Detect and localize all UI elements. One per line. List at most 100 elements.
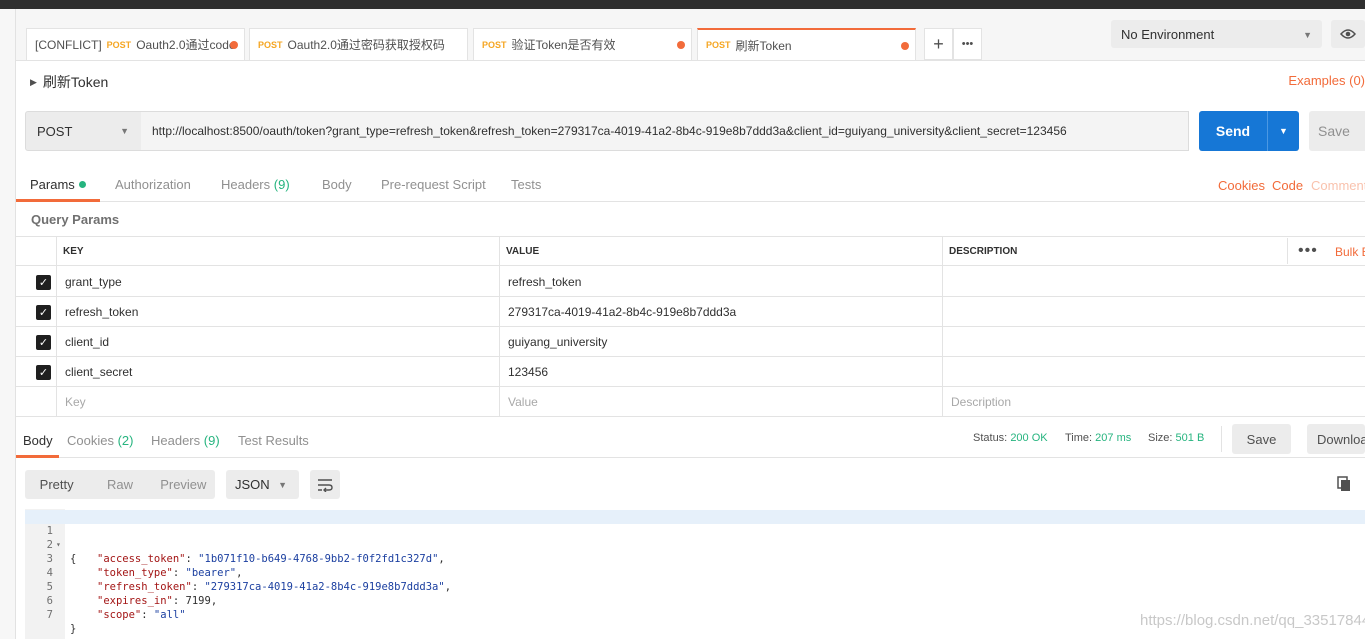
size-value: 501 B (1175, 432, 1205, 444)
status-value: 200 OK (1010, 432, 1048, 444)
code-line: 5 "expires_in": 7199, (25, 566, 1365, 607)
eye-icon (1340, 29, 1356, 39)
tab-options-button[interactable]: ••• (953, 28, 982, 60)
tab-body[interactable]: Body (322, 177, 352, 192)
cookies-link[interactable]: Cookies (1218, 178, 1265, 193)
code-line: 4 "refresh_token": "279317ca-4019-41a2-8… (25, 552, 1365, 593)
view-mode-group: Pretty Raw Preview (25, 470, 215, 499)
tab-pre-request-script[interactable]: Pre-request Script (381, 177, 486, 192)
tab-headers[interactable]: Headers (9) (221, 177, 290, 192)
time-value: 207 ms (1095, 432, 1132, 444)
new-tab-button[interactable]: + (924, 28, 953, 60)
chevron-down-icon: ▼ (278, 480, 287, 490)
sidebar-collapsed[interactable] (0, 9, 16, 639)
headers-count: (9) (203, 433, 220, 448)
view-raw[interactable]: Raw (88, 477, 151, 492)
query-params-title: Query Params (31, 212, 120, 227)
format-select[interactable]: JSON ▼ (226, 470, 299, 499)
unsaved-dot-icon (230, 41, 238, 49)
comments-link[interactable]: Comment (1311, 178, 1365, 193)
tab-method: POST (706, 40, 731, 50)
size-label: Size: (1148, 432, 1173, 444)
tab-title: Oauth2.0通过密码获取授权码 (287, 38, 445, 52)
tab-headers-label: Headers (151, 433, 201, 448)
headers-count: (9) (273, 177, 290, 192)
tab-headers-label: Headers (221, 177, 271, 192)
unsaved-dot-icon (677, 41, 685, 49)
wrap-lines-button[interactable] (310, 470, 340, 499)
checkbox-checked-icon[interactable]: ✓ (36, 365, 51, 380)
caret-right-icon: ▶ (30, 76, 37, 87)
chevron-down-icon[interactable]: ▼ (1268, 126, 1299, 136)
code-line: 1 ▾ { (25, 510, 1365, 565)
url-value: http://localhost:8500/oauth/token?grant_… (152, 124, 1067, 138)
response-time: Time: 207 ms (1065, 432, 1131, 444)
view-pretty[interactable]: Pretty (25, 477, 88, 492)
request-tab[interactable]: POST Oauth2.0通过密码获取授权码 (249, 28, 468, 60)
tab-response-cookies[interactable]: Cookies (2) (67, 433, 133, 448)
tab-method: POST (106, 39, 132, 50)
url-input[interactable]: http://localhost:8500/oauth/token?grant_… (141, 111, 1189, 151)
tab-method: POST (482, 39, 507, 50)
examples-link[interactable]: Examples (0) (1288, 73, 1365, 88)
tab-response-headers[interactable]: Headers (9) (151, 433, 220, 448)
view-preview[interactable]: Preview (152, 477, 215, 492)
request-tab[interactable]: POST 验证Token是否有效 (473, 28, 692, 60)
send-button[interactable]: Send ▼ (1199, 111, 1299, 151)
tab-params[interactable]: Params (30, 177, 86, 192)
tab-title: 验证Token是否有效 (511, 38, 616, 52)
column-divider (1287, 238, 1288, 264)
table-row (16, 327, 1365, 357)
new-key-input[interactable]: Key (65, 395, 86, 409)
code-line: 6 "scope": "all" (25, 580, 1365, 621)
environment-quick-look-button[interactable] (1331, 20, 1365, 48)
environment-value: No Environment (1121, 26, 1215, 42)
method-select[interactable]: POST ▼ (25, 111, 142, 151)
json-close-brace: } (70, 623, 77, 635)
table-header-row (16, 236, 1365, 266)
method-value: POST (37, 123, 73, 139)
more-icon[interactable]: ••• (1298, 242, 1318, 260)
tab-cookies-label: Cookies (67, 433, 114, 448)
request-tab[interactable]: [CONFLICT] POST Oauth2.0通过code获 (26, 28, 245, 60)
tab-test-results[interactable]: Test Results (238, 433, 309, 448)
code-link[interactable]: Code (1272, 178, 1303, 193)
checkbox-checked-icon[interactable]: ✓ (36, 335, 51, 350)
tab-response-body[interactable]: Body (23, 433, 53, 448)
save-response-button[interactable]: Save (1232, 424, 1291, 454)
tab-authorization[interactable]: Authorization (115, 177, 191, 192)
code-line: 2 "access_token": "1b071f10-b649-4768-9b… (25, 524, 1365, 565)
wrap-icon (318, 478, 333, 492)
active-tab-underline (16, 455, 59, 458)
param-value[interactable]: refresh_token (508, 275, 581, 289)
tab-method: POST (258, 39, 283, 50)
checkbox-checked-icon[interactable]: ✓ (36, 305, 51, 320)
code-line: 7 } (25, 594, 1365, 635)
param-key[interactable]: client_id (65, 335, 109, 349)
column-header-key: KEY (63, 246, 84, 257)
request-name-label: 刷新Token (42, 74, 109, 90)
checkbox-checked-icon[interactable]: ✓ (36, 275, 51, 290)
send-label: Send (1215, 123, 1251, 139)
download-button[interactable]: Download (1307, 424, 1365, 454)
new-description-input[interactable]: Description (951, 395, 1011, 409)
param-value[interactable]: guiyang_university (508, 335, 607, 349)
new-value-input[interactable]: Value (508, 395, 538, 409)
param-key[interactable]: grant_type (65, 275, 122, 289)
request-name[interactable]: ▶ 刷新Token (30, 72, 108, 92)
request-tab-active[interactable]: POST 刷新Token (697, 28, 916, 60)
param-value[interactable]: 279317ca-4019-41a2-8b4c-919e8b7ddd3a (508, 305, 736, 319)
param-key[interactable]: refresh_token (65, 305, 138, 319)
bulk-edit-link[interactable]: Bulk E (1335, 245, 1365, 259)
tab-tests[interactable]: Tests (511, 177, 541, 192)
format-value: JSON (235, 477, 270, 492)
param-value[interactable]: 123456 (508, 365, 548, 379)
copy-icon[interactable] (1337, 476, 1351, 492)
active-tab-underline (16, 199, 100, 202)
environment-select[interactable]: No Environment ▼ (1111, 20, 1322, 48)
param-key[interactable]: client_secret (65, 365, 132, 379)
time-label: Time: (1065, 432, 1093, 444)
window-top-bar (0, 0, 1365, 9)
save-button[interactable]: Save (1309, 111, 1365, 151)
watermark-text: https://blog.csdn.net/qq_33517844 (1140, 612, 1365, 629)
